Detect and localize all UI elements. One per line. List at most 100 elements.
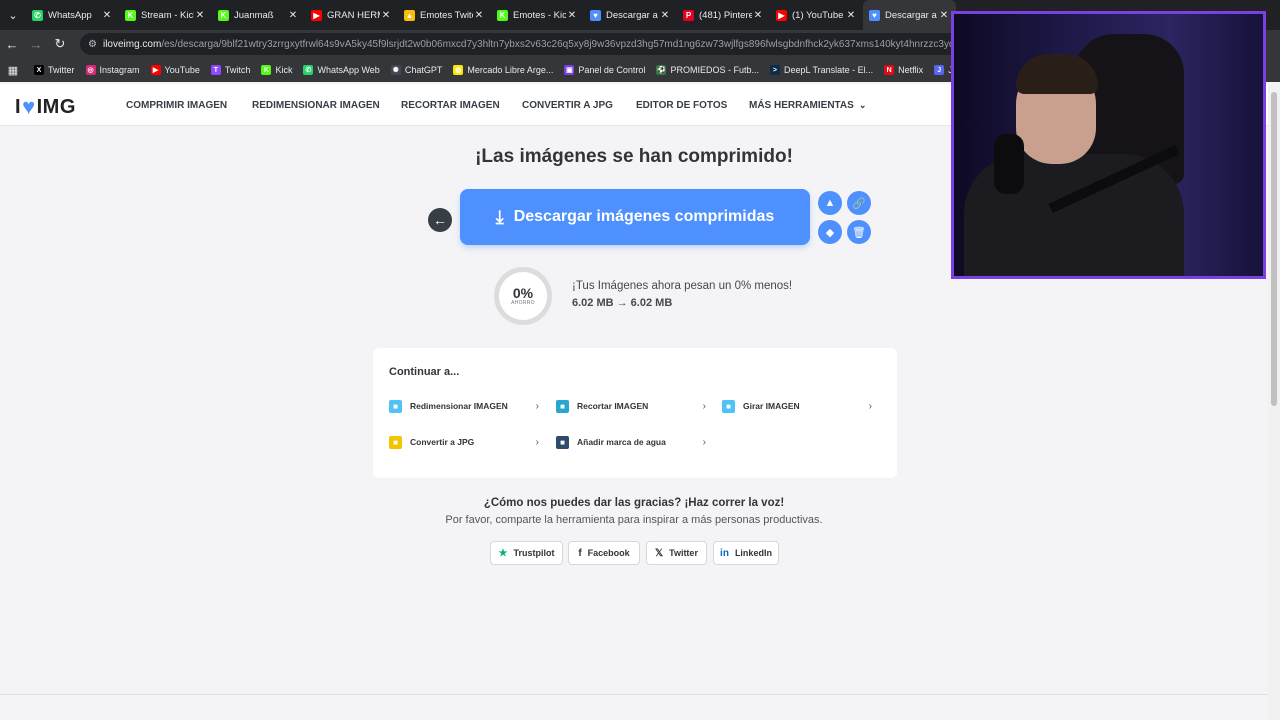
close-icon[interactable]: ✕	[752, 10, 764, 21]
bookmark-item[interactable]: ◍ Mercado Libre Arge...	[453, 65, 553, 75]
close-icon[interactable]: ✕	[473, 10, 485, 21]
browser-tab[interactable]: P (481) Pinterest✕	[677, 0, 770, 30]
nav-resize-image[interactable]: REDIMENSIONAR IMAGEN	[252, 100, 380, 111]
reload-icon[interactable]: ↻	[48, 30, 72, 58]
browser-tab[interactable]: K Juanmaß ✕	[212, 0, 305, 30]
url-text: iloveimg.com/es/descarga/9blf21wtry3zrrg…	[103, 39, 1014, 50]
share-subtitle: Por favor, comparte la herramienta para …	[445, 514, 823, 526]
close-icon[interactable]: ✕	[845, 10, 857, 21]
close-icon[interactable]: ✕	[938, 10, 950, 21]
footer-divider	[0, 694, 1268, 695]
bookmark-item[interactable]: N Netflix	[884, 65, 923, 75]
youtube-icon: ▶	[776, 9, 787, 21]
close-icon[interactable]: ✕	[566, 10, 578, 21]
share-button[interactable]: in LinkedIn	[713, 541, 779, 565]
bookmark-item[interactable]: ▣ Panel de Control	[564, 65, 645, 75]
nav-crop-image[interactable]: RECORTAR IMAGEN	[401, 100, 500, 111]
browser-tab[interactable]: ♥ Descargar a ✕	[584, 0, 677, 30]
bookmark-label: Panel de Control	[578, 65, 646, 75]
youtube-icon: ▶	[311, 9, 322, 21]
bookmark-item[interactable]: X Twitter	[34, 65, 75, 75]
bookmark-label: WhatsApp Web	[317, 65, 380, 75]
continue-item-label: Convertir a JPG	[410, 437, 475, 447]
share-button-label: Facebook	[587, 548, 630, 558]
share-button[interactable]: 𝕏 Twitter	[646, 541, 707, 565]
google-drive-button[interactable]: ▲	[818, 191, 842, 215]
webcam-overlay	[951, 11, 1266, 279]
copy-link-button[interactable]: 🔗	[847, 191, 871, 215]
download-button[interactable]: ⤓ Descargar imágenes comprimidas	[460, 189, 810, 245]
iloveimg-logo[interactable]: I ♥ IMG	[15, 94, 76, 120]
scrollbar-thumb[interactable]	[1271, 92, 1277, 406]
drive-icon: ▲	[404, 9, 415, 21]
savings-label: AHORRO	[511, 300, 535, 306]
browser-tab[interactable]: ▲ Emotes Twitch✕	[398, 0, 491, 30]
x-icon: X	[34, 65, 44, 75]
chevron-right-icon: ›	[702, 436, 706, 448]
linkedin-icon: in	[720, 547, 729, 559]
share-button-label: LinkedIn	[734, 548, 772, 558]
nav-more-tools[interactable]: MÁS HERRAMIENTAS ⌄	[749, 100, 866, 111]
nav-photo-editor[interactable]: EDITOR DE FOTOS	[636, 100, 727, 111]
continue-item[interactable]: ■ Recortar IMAGEN ›	[556, 398, 706, 414]
bookmark-item[interactable]: ✺ ChatGPT	[390, 65, 443, 75]
dropbox-button[interactable]: ◆	[818, 220, 842, 244]
bookmark-item[interactable]: K Kick	[261, 65, 292, 75]
close-icon[interactable]: ✕	[659, 10, 671, 21]
browser-tab[interactable]: K Stream - Kick ✕	[119, 0, 212, 30]
bookmark-label: ChatGPT	[404, 65, 443, 75]
savings-message: ¡Tus Imágenes ahora pesan un 0% menos!	[572, 280, 793, 292]
continue-item[interactable]: ■ Girar IMAGEN ›	[722, 398, 872, 414]
chevron-right-icon: ›	[868, 400, 872, 412]
tab-title: WhatsApp	[48, 9, 92, 21]
tab-title: Juanmaß	[234, 9, 274, 21]
share-title: ¿Cómo nos puedes dar las gracias? ¡Haz c…	[483, 497, 785, 509]
bookmark-item[interactable]: > DeepL Translate - El...	[769, 65, 873, 75]
continue-item[interactable]: ■ Redimensionar IMAGEN ›	[389, 398, 539, 414]
tab-title: GRAN HERM	[327, 9, 380, 21]
bookmark-label: Mercado Libre Arge...	[467, 65, 554, 75]
browser-tab[interactable]: ▶ GRAN HERM ✕	[305, 0, 398, 30]
bookmark-item[interactable]: ◎ Instagram	[85, 65, 140, 75]
netflix-icon: N	[884, 65, 895, 75]
rotate-icon: ■	[722, 399, 735, 413]
nav-compress-image[interactable]: COMPRIMIR IMAGEN	[126, 100, 227, 111]
close-icon[interactable]: ✕	[380, 10, 392, 21]
file-size-comparison: 6.02 MB → 6.02 MB	[572, 297, 673, 309]
tab-title: (481) Pinterest	[699, 9, 752, 21]
bookmark-item[interactable]: ⚽ PROMIEDOS - Futb...	[656, 65, 759, 75]
share-button[interactable]: ★ Trustpilot	[490, 541, 563, 565]
tab-title: Descargar a	[885, 9, 937, 21]
nav-convert-jpg[interactable]: CONVERTIR A JPG	[522, 100, 613, 111]
bookmark-item[interactable]: ▶ YouTube	[150, 65, 200, 75]
tab-title: Stream - Kick	[141, 9, 194, 21]
browser-tab[interactable]: ♥ Descargar a ✕	[863, 0, 956, 30]
forward-arrow-icon[interactable]: →	[24, 30, 48, 58]
close-icon[interactable]: ✕	[194, 10, 206, 21]
apps-grid-icon[interactable]: ▦	[6, 63, 20, 77]
bookmark-item[interactable]: T Twitch	[210, 65, 250, 75]
arrow-left-icon: ←	[433, 212, 447, 228]
dropbox-icon: ◆	[825, 226, 835, 239]
tab-list: ✆ WhatsApp ✕ K Stream - Kick ✕ K Juanmaß ✕ ▶ GRAN …	[26, 0, 956, 30]
browser-tab[interactable]: ✆ WhatsApp ✕	[26, 0, 119, 30]
continue-item[interactable]: ■ Añadir marca de agua ›	[556, 434, 706, 450]
back-arrow-icon[interactable]: ←	[0, 30, 24, 58]
bookmark-item[interactable]: ✆ WhatsApp Web	[303, 65, 380, 75]
savings-ring: 0% AHORRO	[494, 267, 552, 325]
close-icon[interactable]: ✕	[287, 10, 299, 21]
browser-tab[interactable]: ▶ (1) YouTube ✕	[770, 0, 863, 30]
delete-button[interactable]: 🗑	[847, 220, 871, 244]
link-icon: 🔗	[852, 197, 866, 210]
close-icon[interactable]: ✕	[101, 10, 113, 21]
continue-item[interactable]: ■ Convertir a JPG ›	[389, 434, 539, 450]
iloveimg-icon: ♥	[590, 9, 601, 21]
back-button[interactable]: ←	[428, 208, 452, 232]
tab-search-chevron-icon[interactable]: ⌄	[0, 0, 26, 30]
page-scrollbar[interactable]	[1268, 84, 1280, 720]
site-info-icon[interactable]: ⚙	[88, 39, 97, 50]
browser-tab[interactable]: K Emotes - Kick ✕	[491, 0, 584, 30]
convert-jpg-icon: ■	[389, 435, 402, 449]
bookmark-label: Netflix	[898, 65, 924, 75]
share-button[interactable]: f Facebook	[568, 541, 640, 565]
